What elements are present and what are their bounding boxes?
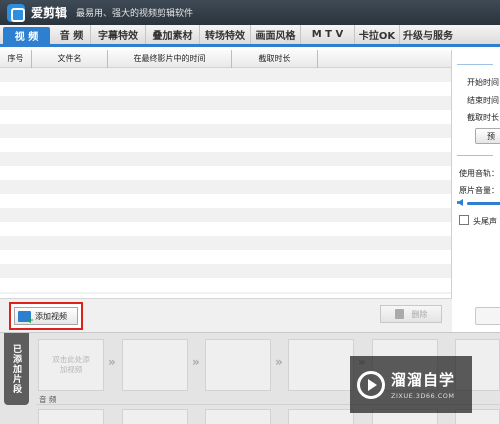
- use-track-label: 使用音轨：: [459, 169, 499, 178]
- preview-button[interactable]: 预: [475, 128, 500, 144]
- audio-clip-slot[interactable]: [122, 409, 188, 424]
- film-add-icon: [18, 310, 34, 326]
- app-window: 爱剪辑 最易用、强大的视频剪辑软件 视 频 音 频 字幕特效 叠加素材 转场特效…: [0, 0, 500, 424]
- app-slogan: 最易用、强大的视频剪辑软件: [76, 9, 194, 19]
- chevron-right-icon: »: [108, 355, 116, 369]
- table-row: [0, 208, 451, 222]
- volume-slider[interactable]: [457, 199, 500, 207]
- watermark-text: 溜溜自学 ZIXUE.3D66.COM: [391, 369, 455, 400]
- table-row: [0, 278, 451, 292]
- table-row: [0, 250, 451, 264]
- table-row: [0, 82, 451, 96]
- video-list-toolbar: 添加视频 删除: [0, 298, 452, 332]
- table-row: [0, 152, 451, 166]
- title-bar: 爱剪辑 最易用、强大的视频剪辑软件: [0, 0, 500, 25]
- tab-transition-effects[interactable]: 转场特效: [200, 25, 251, 44]
- tab-upgrade-service[interactable]: 升级与服务: [400, 25, 456, 44]
- table-row: [0, 68, 451, 82]
- table-row: [0, 110, 451, 124]
- start-time-label: 开始时间: [467, 78, 499, 87]
- delete-button[interactable]: 删除: [380, 305, 442, 323]
- table-row: [0, 222, 451, 236]
- column-header-final-time[interactable]: 在最终影片中的时间: [108, 49, 232, 68]
- delete-label: 删除: [411, 309, 428, 319]
- volume-track[interactable]: [467, 202, 500, 205]
- add-video-highlight: 添加视频: [9, 302, 83, 330]
- play-logo-icon: [357, 370, 385, 399]
- clip-slot[interactable]: [205, 339, 271, 391]
- clip-slot[interactable]: [122, 339, 188, 391]
- table-row: [0, 292, 451, 294]
- video-table-body: [0, 68, 451, 294]
- add-video-label: 添加视频: [35, 311, 67, 321]
- column-header-clip-duration[interactable]: 截取时长: [232, 49, 318, 68]
- head-tail-checkbox[interactable]: [459, 215, 469, 225]
- chevron-right-icon: »: [192, 355, 200, 369]
- preview-label: 预: [487, 131, 495, 141]
- app-logo-icon: [7, 3, 25, 22]
- watermark-title: 溜溜自学: [391, 371, 456, 389]
- main-tab-bar: 视 频 音 频 字幕特效 叠加素材 转场特效 画面风格 M T V 卡拉OK 升…: [0, 25, 500, 47]
- audio-clip-slot[interactable]: [288, 409, 354, 424]
- tab-karaoke[interactable]: 卡拉OK: [355, 25, 400, 44]
- audio-clip-slot[interactable]: [205, 409, 271, 424]
- tab-picture-style[interactable]: 画面风格: [251, 25, 301, 44]
- original-volume-label: 原片音量：: [459, 186, 499, 195]
- tab-audio[interactable]: 音 频: [53, 25, 91, 44]
- speaker-icon: [457, 199, 463, 206]
- table-row: [0, 180, 451, 194]
- column-header-index[interactable]: 序号: [0, 49, 32, 68]
- watermark: 溜溜自学 ZIXUE.3D66.COM: [350, 356, 472, 413]
- section-divider: [457, 155, 493, 156]
- chevron-right-icon: »: [275, 355, 283, 369]
- section-divider: [457, 64, 493, 65]
- tab-video[interactable]: 视 频: [3, 27, 50, 44]
- column-header-filename[interactable]: 文件名: [32, 49, 108, 68]
- video-table-header: 序号 文件名 在最终影片中的时间 截取时长: [0, 49, 451, 68]
- clip-slot[interactable]: [288, 339, 354, 391]
- tab-subtitle-effects[interactable]: 字幕特效: [91, 25, 146, 44]
- table-row: [0, 166, 451, 180]
- head-tail-label: 头尾声: [473, 217, 497, 226]
- video-list-panel: 序号 文件名 在最终影片中的时间 截取时长 + 添加视频 删除: [0, 49, 452, 332]
- duration-label: 截取时长: [467, 113, 499, 122]
- tab-overlay-materials[interactable]: 叠加素材: [146, 25, 200, 44]
- table-row: [0, 264, 451, 278]
- audio-clip-slot[interactable]: [38, 409, 104, 424]
- add-video-button[interactable]: 添加视频: [14, 307, 78, 326]
- add-clip-hint: 双击此处添加视频: [52, 355, 90, 374]
- added-clips-tab[interactable]: 已添加片段: [4, 333, 29, 405]
- tab-mtv[interactable]: M T V: [301, 25, 355, 44]
- clip-settings-panel: 开始时间 结束时间 截取时长 预 使用音轨： 原片音量： 头尾声: [453, 50, 500, 332]
- table-row: [0, 124, 451, 138]
- table-row: [0, 138, 451, 152]
- confirm-button[interactable]: [475, 307, 500, 325]
- watermark-url: ZIXUE.3D66.COM: [391, 392, 455, 400]
- table-row: [0, 236, 451, 250]
- table-row: [0, 194, 451, 208]
- app-name: 爱剪辑: [31, 6, 68, 20]
- end-time-label: 结束时间: [467, 96, 499, 105]
- trash-icon: [394, 309, 404, 319]
- table-row: [0, 96, 451, 110]
- add-clip-slot[interactable]: 双击此处添加视频: [38, 339, 104, 391]
